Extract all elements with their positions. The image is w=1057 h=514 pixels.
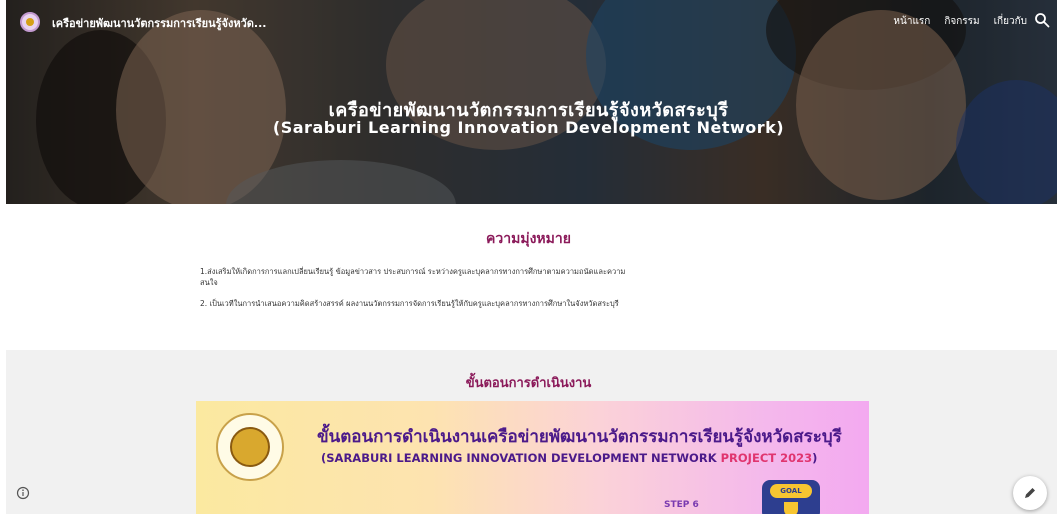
- search-icon[interactable]: [1034, 12, 1050, 28]
- hero-title-english: (Saraburi Learning Innovation Developmen…: [272, 118, 785, 137]
- nav-item-about[interactable]: เกี่ยวกับ: [994, 14, 1027, 29]
- mission-item: 1.ส่งเสริมให้เกิดการการแลกเปลี่ยนเรียนรู…: [200, 267, 626, 287]
- trophy-icon: [784, 502, 798, 514]
- nav-item-home[interactable]: หน้าแรก: [893, 14, 930, 29]
- education-office-seal-icon: [216, 413, 284, 481]
- edit-button[interactable]: [1013, 476, 1047, 510]
- top-navigation-bar: เครือข่ายพัฒนานวัตกรรมการเรียนรู้จังหวัด…: [0, 0, 1057, 42]
- process-banner-image: ขั้นตอนการดำเนินงานเครือข่ายพัฒนานวัตกรร…: [196, 401, 869, 514]
- banner-subtitle: (SARABURI LEARNING INNOVATION DEVELOPMEN…: [321, 451, 818, 465]
- page: เครือข่ายพัฒนานวัตกรรมการเรียนรู้จังหวัด…: [0, 0, 1057, 514]
- step-label: STEP 6: [664, 500, 699, 510]
- mission-item: 2. เป็นเวทีในการนำเสนอความคิดสร้างสรรค์ …: [200, 299, 619, 308]
- goal-trophy-icon: GOAL: [762, 480, 820, 514]
- site-title[interactable]: เครือข่ายพัฒนานวัตกรรมการเรียนรู้จังหวัด…: [52, 14, 266, 32]
- info-icon[interactable]: [16, 486, 30, 500]
- banner-title: ขั้นตอนการดำเนินงานเครือข่ายพัฒนานวัตกรร…: [317, 427, 842, 447]
- edit-pencil-icon: [1025, 488, 1035, 498]
- site-logo-icon[interactable]: [20, 12, 40, 32]
- mission-heading: ความมุ่งหมาย: [486, 231, 571, 247]
- process-heading: ขั้นตอนการดำเนินงาน: [465, 376, 592, 391]
- goal-badge: GOAL: [770, 484, 812, 498]
- main-nav: หน้าแรก กิจกรรม เกี่ยวกับ: [893, 14, 1027, 29]
- nav-item-activities[interactable]: กิจกรรม: [944, 14, 979, 29]
